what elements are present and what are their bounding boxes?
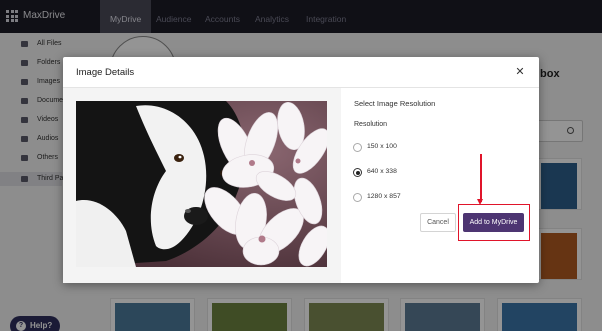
resolution-option-640x338[interactable]: 640 x 338 — [353, 167, 433, 179]
resolution-option-label: 640 x 338 — [367, 168, 397, 175]
annotation-highlight-box — [458, 204, 530, 241]
image-preview-pane — [63, 88, 341, 283]
cancel-button[interactable]: Cancel — [420, 213, 456, 232]
radio-button[interactable] — [353, 193, 362, 202]
resolution-label: Resolution — [354, 121, 388, 128]
resolution-option-label: 1280 x 857 — [367, 193, 401, 200]
image-details-dialog: Image Details ✕ Select Image Resolution … — [63, 57, 539, 283]
annotation-arrow-line — [480, 154, 482, 202]
resolution-option-150x100[interactable]: 150 x 100 — [353, 142, 433, 154]
close-icon[interactable]: ✕ — [512, 64, 528, 80]
resolution-section-title: Select Image Resolution — [354, 99, 436, 108]
radio-button-selected[interactable] — [353, 168, 362, 177]
resolution-option-label: 150 x 100 — [367, 143, 397, 150]
dialog-title: Image Details — [76, 67, 135, 78]
radio-button[interactable] — [353, 143, 362, 152]
image-preview — [76, 101, 327, 267]
resolution-option-1280x857[interactable]: 1280 x 857 — [353, 192, 433, 204]
